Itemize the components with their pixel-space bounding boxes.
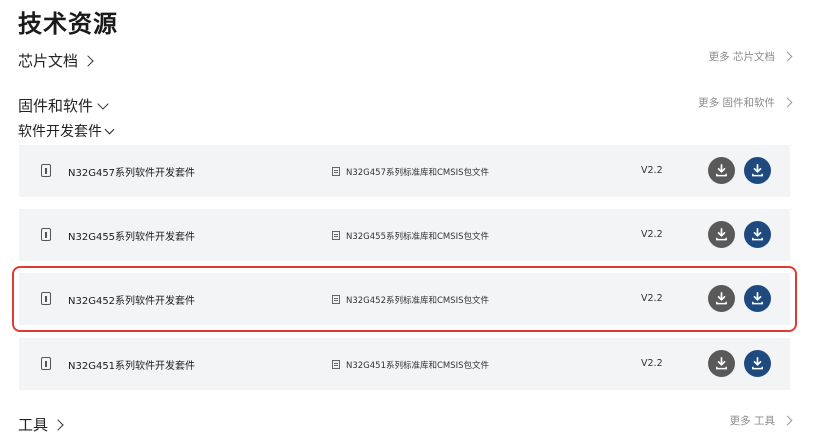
more-firmware-link[interactable]: 更多 固件和软件 <box>698 95 793 110</box>
sdk-row: N32G457系列软件开发套件 N32G457系列标准库和CMSIS包文件 V2… <box>19 145 790 197</box>
section-firmware-label: 固件和软件 <box>18 97 94 115</box>
file-icon <box>41 228 51 241</box>
download-icon <box>752 292 763 305</box>
section-tools[interactable]: 工具 <box>18 414 64 435</box>
sdk-name[interactable]: N32G455系列软件开发套件 <box>68 228 195 243</box>
more-tools-label: 更多 工具 <box>729 415 775 427</box>
download-button-primary[interactable] <box>744 157 771 184</box>
page-title: 技术资源 <box>18 10 118 38</box>
download-button-secondary[interactable] <box>708 157 735 184</box>
sdk-doc-description: N32G452系列标准库和CMSIS包文件 <box>346 296 490 306</box>
subsection-sdk-label: 软件开发套件 <box>18 124 102 140</box>
sdk-row-highlighted: N32G452系列软件开发套件 N32G452系列标准库和CMSIS包文件 V2… <box>12 266 797 332</box>
download-button-secondary[interactable] <box>708 285 735 312</box>
download-icon <box>752 164 763 177</box>
chevron-down-icon <box>97 97 109 110</box>
document-icon <box>332 167 340 176</box>
document-icon <box>332 360 340 369</box>
chevron-right-icon <box>782 51 793 62</box>
sdk-row: N32G451系列软件开发套件 N32G451系列标准库和CMSIS包文件 V2… <box>19 338 790 390</box>
download-icon <box>752 357 763 370</box>
sdk-doc-description: N32G451系列标准库和CMSIS包文件 <box>346 361 490 371</box>
section-chip-docs-label: 芯片文档 <box>18 52 79 70</box>
chevron-right-icon <box>52 418 64 431</box>
chevron-right-icon <box>82 54 94 67</box>
download-button-primary[interactable] <box>744 285 771 312</box>
sdk-name[interactable]: N32G452系列软件开发套件 <box>68 292 195 307</box>
file-icon <box>41 357 51 370</box>
section-firmware[interactable]: 固件和软件 <box>18 95 109 116</box>
document-icon <box>332 231 340 240</box>
chevron-right-icon <box>782 97 793 108</box>
chevron-right-icon <box>782 415 793 426</box>
download-button-primary[interactable] <box>744 350 771 377</box>
sdk-version: V2.2 <box>641 165 663 176</box>
more-chip-docs-label: 更多 芯片文档 <box>708 51 775 63</box>
download-icon <box>716 292 727 305</box>
sdk-name[interactable]: N32G457系列软件开发套件 <box>68 164 195 179</box>
subsection-sdk[interactable]: 软件开发套件 <box>18 121 115 141</box>
section-chip-docs[interactable]: 芯片文档 <box>18 50 94 71</box>
download-button-secondary[interactable] <box>708 221 735 248</box>
sdk-version: V2.2 <box>641 293 663 304</box>
sdk-version: V2.2 <box>641 229 663 240</box>
file-icon <box>41 292 51 305</box>
download-icon <box>752 228 763 241</box>
more-chip-docs-link[interactable]: 更多 芯片文档 <box>708 49 793 64</box>
more-tools-link[interactable]: 更多 工具 <box>729 413 793 428</box>
file-icon <box>41 164 51 177</box>
sdk-row: N32G455系列软件开发套件 N32G455系列标准库和CMSIS包文件 V2… <box>19 209 790 261</box>
sdk-doc-description: N32G455系列标准库和CMSIS包文件 <box>346 232 490 242</box>
download-button-primary[interactable] <box>744 221 771 248</box>
sdk-version: V2.2 <box>641 358 663 369</box>
download-button-secondary[interactable] <box>708 350 735 377</box>
download-icon <box>716 164 727 177</box>
chevron-down-icon <box>104 124 115 135</box>
sdk-doc-description: N32G457系列标准库和CMSIS包文件 <box>346 168 490 178</box>
download-icon <box>716 357 727 370</box>
download-icon <box>716 228 727 241</box>
document-icon <box>332 295 340 304</box>
section-tools-label: 工具 <box>18 416 49 434</box>
sdk-name[interactable]: N32G451系列软件开发套件 <box>68 357 195 372</box>
more-firmware-label: 更多 固件和软件 <box>698 97 775 109</box>
